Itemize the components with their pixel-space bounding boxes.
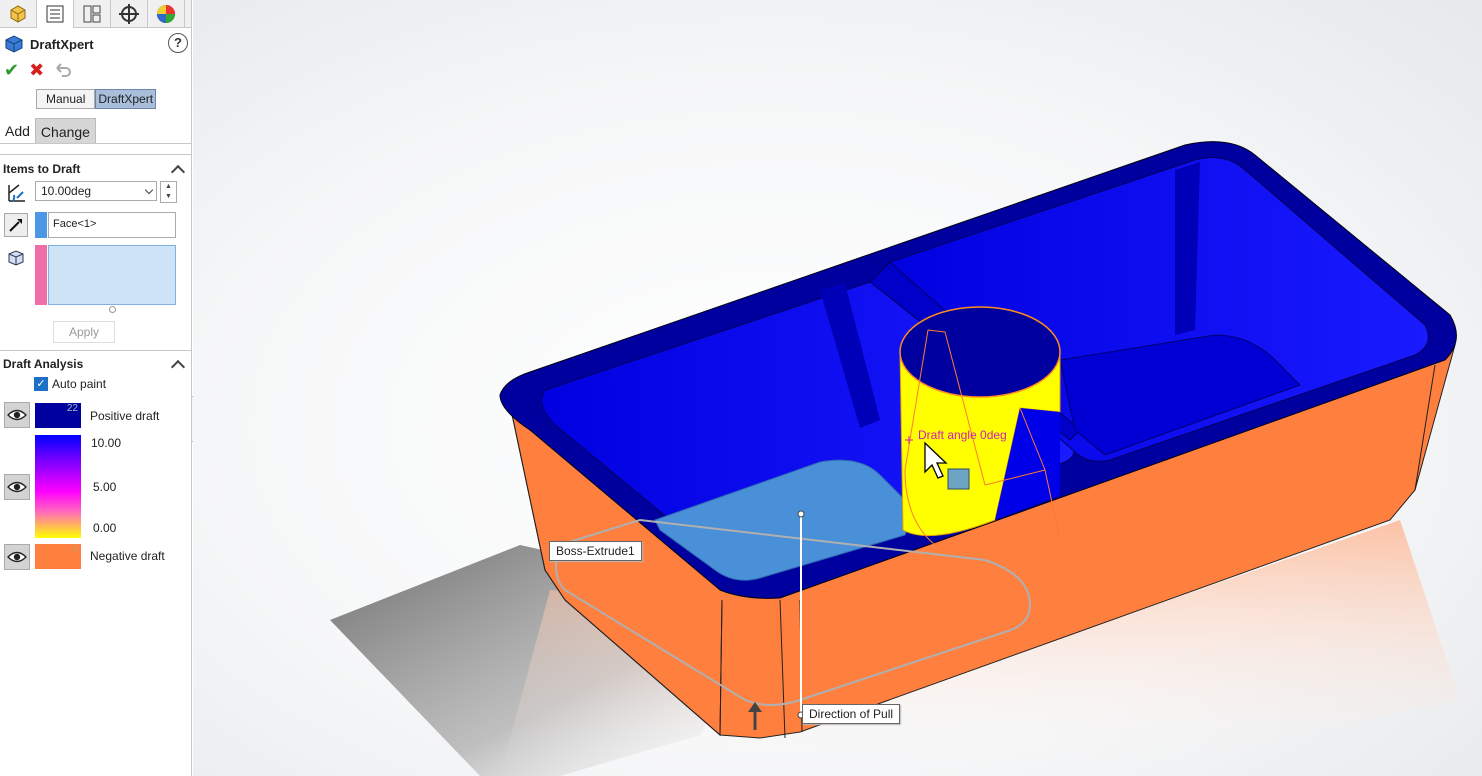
appearance-sphere-icon	[157, 5, 175, 23]
dimxpert-manager-tab[interactable]	[111, 0, 148, 28]
draftxpert-button[interactable]: DraftXpert	[95, 89, 157, 109]
draft-angle-gradient	[35, 435, 81, 538]
manual-button[interactable]: Manual	[36, 89, 96, 109]
eye-icon	[7, 481, 27, 493]
negative-draft-label: Negative draft	[90, 549, 165, 563]
gradient-visibility-toggle[interactable]	[4, 474, 30, 500]
draft-mode-toggle: Manual DraftXpert	[36, 89, 157, 109]
draft-analysis-header[interactable]: Draft Analysis	[3, 355, 187, 374]
configuration-manager-tab[interactable]	[74, 0, 111, 28]
neutral-plane-swatch	[35, 212, 47, 238]
positive-draft-swatch[interactable]: 22	[35, 403, 81, 428]
faces-to-draft-swatch	[35, 245, 47, 305]
checkbox-checked-icon: ✓	[34, 377, 48, 391]
model-scene	[330, 141, 1460, 776]
eye-icon	[7, 551, 27, 563]
tab-change[interactable]: Change	[34, 118, 96, 144]
draft-angle-stepper[interactable]: ▲ ▼	[160, 181, 177, 203]
crosshair-icon	[119, 4, 139, 24]
panel-header: DraftXpert ?	[4, 33, 188, 55]
items-to-draft-title: Items to Draft	[3, 162, 81, 176]
neutral-plane-icon[interactable]	[4, 213, 28, 237]
display-manager-tab[interactable]	[148, 0, 185, 28]
cancel-button[interactable]: ✖	[29, 60, 44, 80]
faces-to-draft-icon	[4, 246, 28, 270]
draft-angle-value: 10.00deg	[41, 184, 92, 198]
negative-draft-swatch[interactable]: 9	[35, 544, 81, 569]
negative-draft-count: 9	[72, 544, 78, 555]
eye-icon	[7, 409, 27, 421]
confirm-row: ✔ ✖	[4, 60, 72, 80]
chevron-down-icon	[144, 185, 154, 195]
draft-angle-icon	[4, 180, 28, 204]
draft-analysis-title: Draft Analysis	[3, 357, 84, 371]
positive-draft-count: 22	[66, 403, 78, 414]
auto-paint-label: Auto paint	[52, 377, 107, 391]
resize-handle[interactable]	[109, 306, 116, 313]
scale-min-label: 0.00	[93, 521, 117, 535]
collapse-chevron-icon	[170, 164, 186, 179]
divider	[0, 350, 191, 351]
ok-button[interactable]: ✔	[4, 60, 19, 80]
face-selection: Face<1>	[53, 218, 97, 230]
graphics-viewport[interactable]: Draft angle 0deg Boss-Extrude1 Direction…	[193, 0, 1482, 776]
help-button[interactable]: ?	[168, 33, 188, 53]
faces-to-draft-list[interactable]	[48, 245, 176, 305]
apply-button[interactable]: Apply	[53, 321, 115, 343]
auto-paint-checkbox[interactable]: ✓ Auto paint	[34, 377, 106, 391]
part-tree-icon	[10, 5, 26, 23]
direction-of-pull-callout[interactable]: Direction of Pull	[802, 704, 901, 724]
spin-up-icon[interactable]: ▲	[161, 182, 176, 192]
items-to-draft-header[interactable]: Items to Draft	[3, 160, 187, 179]
page-title: DraftXpert	[30, 36, 94, 52]
undo-icon[interactable]	[54, 62, 72, 78]
draftxpert-icon	[5, 35, 23, 53]
feature-manager-tab[interactable]	[0, 0, 37, 28]
collapse-chevron-icon	[170, 359, 186, 374]
property-list-icon	[46, 5, 64, 23]
scale-mid-label: 5.00	[93, 480, 117, 494]
manager-tab-bar	[0, 0, 191, 28]
boss-extrude-callout[interactable]: Boss-Extrude1	[549, 541, 642, 561]
positive-draft-visibility-toggle[interactable]	[4, 402, 30, 428]
add-change-tabs: Add Change	[0, 118, 96, 144]
draft-angle-select[interactable]: 10.00deg	[35, 181, 157, 201]
draft-angle-readout: Draft angle 0deg	[918, 428, 1007, 442]
positive-draft-label: Positive draft	[90, 409, 160, 423]
pull-direction-start-point	[797, 510, 805, 518]
property-manager-panel: DraftXpert ? ✔ ✖ Manual DraftXpert Add C…	[0, 0, 192, 776]
divider	[0, 154, 191, 155]
negative-draft-visibility-toggle[interactable]	[4, 544, 30, 570]
spin-down-icon[interactable]: ▼	[161, 192, 176, 202]
tab-add[interactable]: Add	[0, 118, 35, 144]
scale-max-label: 10.00	[91, 436, 122, 450]
divider	[0, 143, 191, 144]
property-manager-tab[interactable]	[37, 0, 74, 28]
neutral-plane-field[interactable]: Face<1>	[48, 212, 176, 238]
configuration-icon	[83, 5, 101, 23]
